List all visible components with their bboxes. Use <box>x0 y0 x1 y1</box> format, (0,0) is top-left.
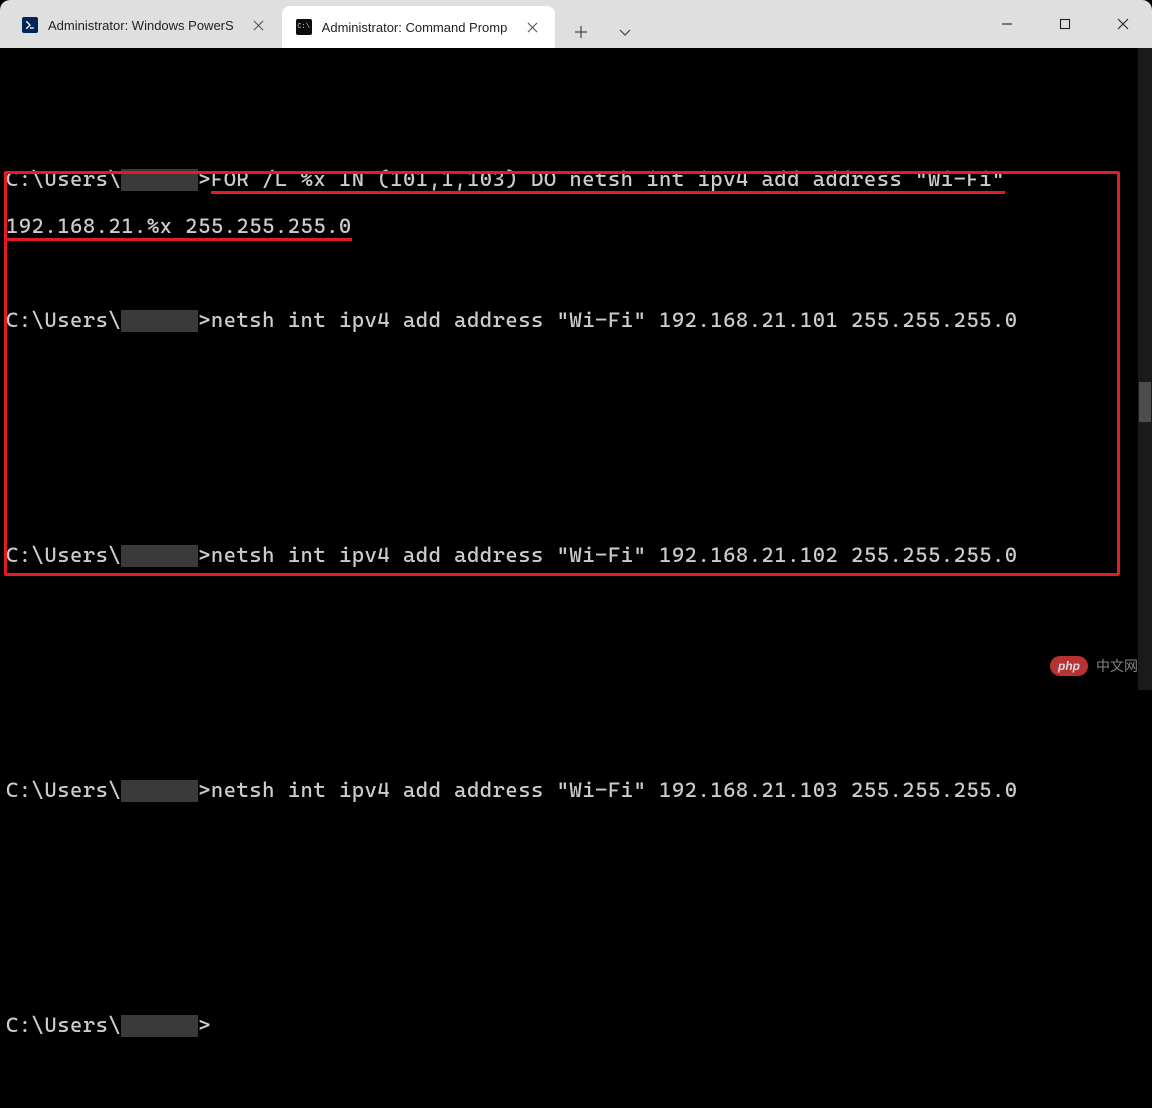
tab-actions <box>555 16 651 48</box>
echoed-command: C:\Users\ >netsh int ipv4 add address "W… <box>6 779 1148 803</box>
terminal-output[interactable]: C:\Users\ >FOR /L %x IN (101,1,103) DO n… <box>0 48 1152 690</box>
window-titlebar: Administrator: Windows PowerS Administra… <box>0 0 1152 48</box>
window-controls <box>978 0 1152 48</box>
echoed-command: C:\Users\ >netsh int ipv4 add address "W… <box>6 309 1148 333</box>
tab-dropdown-button[interactable] <box>605 16 645 48</box>
tab-strip: Administrator: Windows PowerS Administra… <box>0 0 978 48</box>
command-prompt-icon <box>296 19 312 35</box>
tab-label: Administrator: Command Promp <box>322 20 508 35</box>
redacted-username <box>121 169 198 191</box>
close-window-button[interactable] <box>1094 0 1152 48</box>
watermark: php 中文网 <box>1050 656 1138 676</box>
watermark-badge: php <box>1050 656 1088 676</box>
close-icon[interactable] <box>523 18 541 36</box>
command-line: C:\Users\ >FOR /L %x IN (101,1,103) DO n… <box>6 168 1148 192</box>
tab-command-prompt[interactable]: Administrator: Command Promp <box>282 6 556 48</box>
maximize-button[interactable] <box>1036 0 1094 48</box>
command-line-cont: 192.168.21.%x 255.255.255.0 <box>6 215 1148 239</box>
new-tab-button[interactable] <box>561 16 601 48</box>
prompt: C:\Users\ > <box>6 167 211 191</box>
scrollbar-thumb[interactable] <box>1139 382 1151 422</box>
idle-prompt: C:\Users\ > <box>6 1014 1148 1038</box>
watermark-text: 中文网 <box>1096 656 1138 676</box>
minimize-button[interactable] <box>978 0 1036 48</box>
scrollbar-track[interactable] <box>1138 48 1152 690</box>
echoed-command: C:\Users\ >netsh int ipv4 add address "W… <box>6 544 1148 568</box>
typed-command: FOR /L %x IN (101,1,103) DO netsh int ip… <box>211 167 1005 194</box>
close-icon[interactable] <box>250 16 268 34</box>
tab-powershell[interactable]: Administrator: Windows PowerS <box>8 6 282 44</box>
powershell-icon <box>22 17 38 33</box>
tab-label: Administrator: Windows PowerS <box>48 18 234 33</box>
